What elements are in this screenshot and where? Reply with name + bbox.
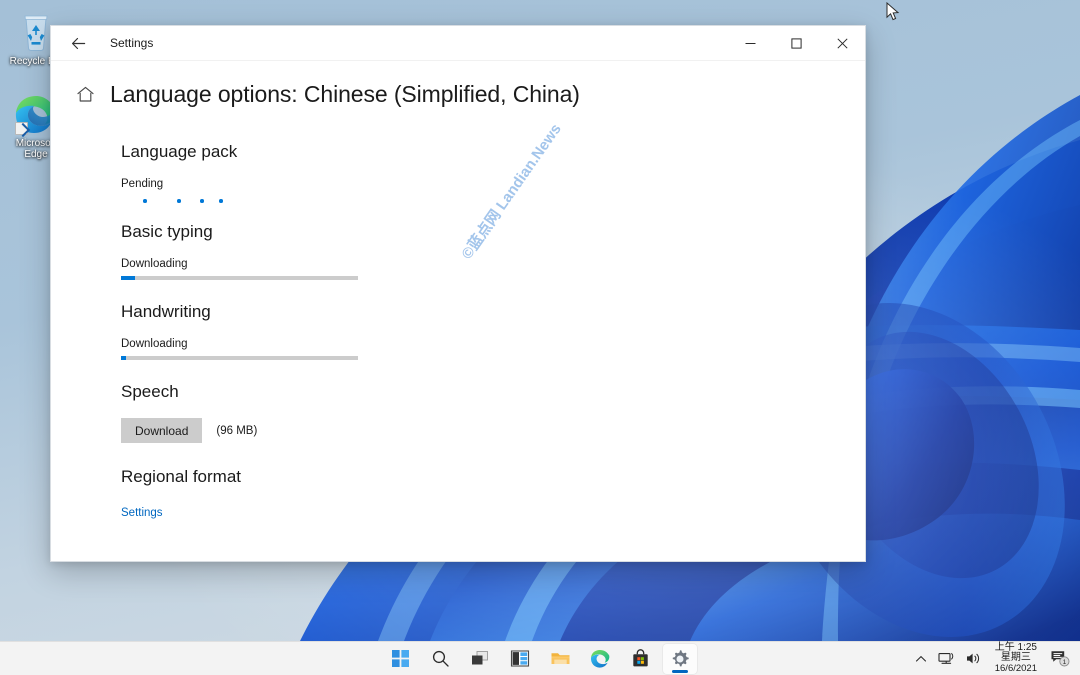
progress-dot [177, 199, 181, 203]
download-button[interactable]: Download [121, 418, 203, 443]
status-text: Pending [121, 178, 164, 190]
search-button[interactable] [423, 644, 457, 674]
tray-network-button[interactable] [933, 644, 960, 674]
maximize-icon [790, 37, 802, 49]
volume-icon [966, 653, 979, 664]
search-icon [432, 650, 449, 667]
section-heading: Basic typing [121, 222, 213, 241]
status-text: Downloading [121, 258, 188, 270]
network-icon [938, 652, 953, 664]
progress-dot [143, 199, 147, 203]
close-button[interactable] [819, 26, 865, 61]
progress-bar-fill [121, 276, 136, 280]
status-text: Downloading [121, 338, 188, 350]
tray-chevron-button[interactable] [909, 644, 933, 674]
back-button[interactable] [59, 27, 97, 59]
section-heading: Regional format [121, 467, 242, 486]
section-regional-format: Regional format Settings [121, 467, 865, 521]
shortcut-arrow-icon [15, 122, 28, 135]
start-button[interactable] [383, 644, 417, 674]
section-language-pack: Language pack Pending [121, 142, 865, 206]
gear-icon [672, 649, 689, 666]
widgets-button[interactable] [503, 644, 537, 674]
progress-bar-basic-typing [121, 276, 358, 280]
section-heading: Speech [121, 382, 179, 401]
download-size-label: (96 MB) [216, 424, 258, 437]
window-controls[interactable] [727, 26, 865, 61]
section-speech: Speech Download (96 MB) [121, 382, 865, 443]
edge-icon [590, 649, 610, 668]
app-title: Settings [110, 36, 154, 50]
section-heading: Language pack [121, 142, 238, 161]
widgets-icon [510, 650, 530, 667]
page-header: Language options: Chinese (Simplified, C… [51, 61, 865, 108]
progress-dot [200, 199, 204, 203]
section-heading: Handwriting [121, 302, 211, 321]
progress-bar-handwriting [121, 356, 358, 360]
section-handwriting: Handwriting Downloading [121, 302, 865, 360]
progress-bar-fill [121, 356, 126, 360]
chat-notification-icon: 1 [1051, 651, 1070, 667]
settings-content: Language pack Pending Basic typing Downl… [51, 108, 865, 521]
back-arrow-icon [71, 37, 85, 49]
minimize-icon [745, 42, 755, 44]
speech-download-row: Download (96 MB) [121, 418, 865, 443]
edge-button[interactable] [583, 644, 617, 674]
taskbar[interactable]: 上午 1:25 星期三 16/6/2021 1 [0, 641, 1080, 675]
regional-format-settings-link[interactable]: Settings [121, 507, 163, 519]
windows-logo-icon [391, 650, 409, 667]
taskbar-clock[interactable]: 上午 1:25 星期三 16/6/2021 [987, 642, 1045, 675]
notification-count-label: 1 [1063, 659, 1067, 666]
chevron-up-icon [915, 655, 926, 662]
clock-weekday: 星期三 [1000, 652, 1031, 664]
task-view-button[interactable] [463, 644, 497, 674]
taskbar-buttons[interactable] [383, 643, 697, 674]
progress-dot [219, 199, 223, 203]
settings-window[interactable]: Settings Language options: Chinese (Simp… [50, 25, 866, 562]
maximize-button[interactable] [773, 26, 819, 61]
minimize-button[interactable] [727, 26, 773, 61]
home-icon[interactable] [75, 84, 96, 105]
task-view-icon [472, 651, 488, 665]
system-tray[interactable]: 上午 1:25 星期三 16/6/2021 1 [909, 642, 1076, 675]
clock-date: 16/6/2021 [994, 662, 1037, 674]
desktop[interactable]: Recycle Bin Microsoft Edge Settings Lang… [0, 0, 1080, 675]
store-button[interactable] [623, 644, 657, 674]
folder-icon [551, 653, 569, 664]
window-titlebar[interactable]: Settings [51, 26, 865, 61]
settings-button[interactable] [663, 643, 697, 674]
indeterminate-progress-dots [121, 196, 358, 206]
desktop-icon-label-line2: Edge [24, 149, 48, 160]
file-explorer-button[interactable] [543, 644, 577, 674]
store-bag-icon [632, 649, 648, 667]
page-title: Language options: Chinese (Simplified, C… [110, 81, 580, 107]
close-icon [836, 37, 848, 49]
section-basic-typing: Basic typing Downloading [121, 222, 865, 280]
notification-center-button[interactable]: 1 [1045, 644, 1076, 674]
tray-volume-button[interactable] [960, 644, 987, 674]
